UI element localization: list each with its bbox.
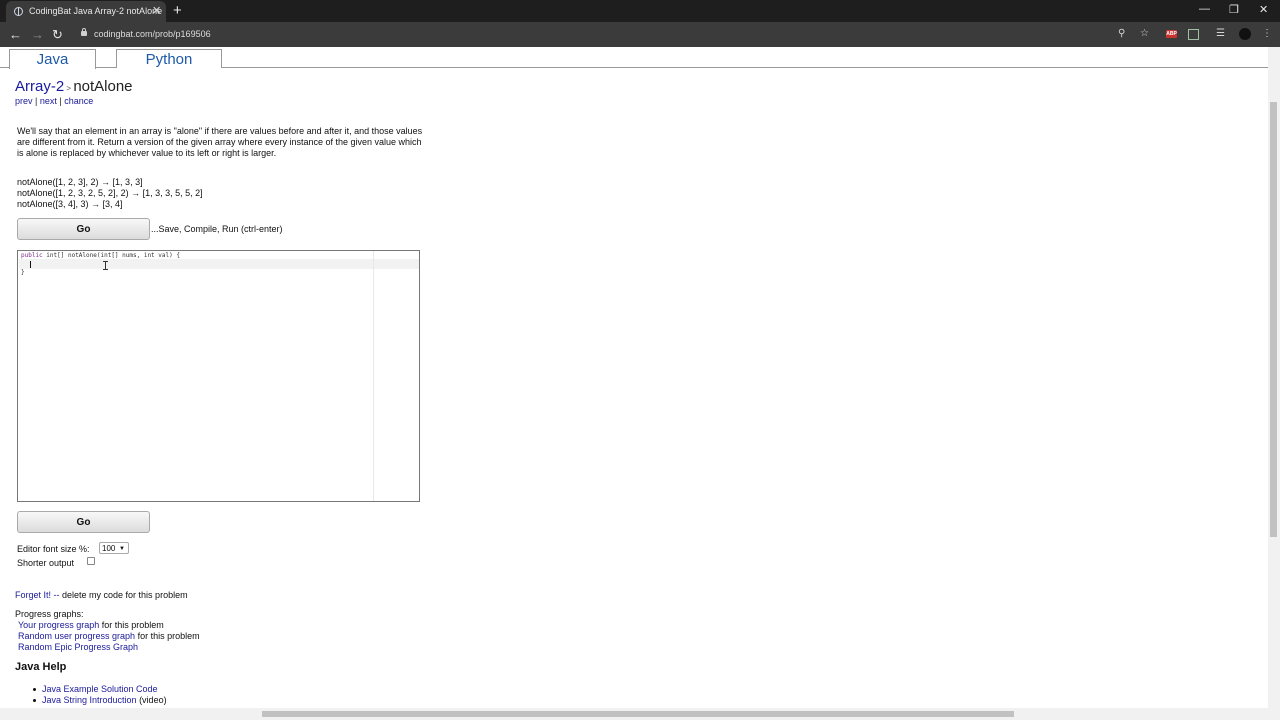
browser-titlebar: CodingBat Java Array-2 notAlone ✕ + — ❐ … [0, 0, 1280, 22]
java-help-heading: Java Help [15, 661, 67, 673]
horizontal-scroll-thumb[interactable] [262, 711, 1014, 717]
new-tab-button[interactable]: + [173, 2, 182, 19]
problem-description: We'll say that an element in an array is… [17, 126, 423, 158]
code-text: int[] notAlone(int[] nums, int val) { [42, 252, 180, 259]
font-size-select[interactable]: 100 ▼ [99, 542, 129, 554]
font-size-value: 100 [102, 544, 116, 553]
avatar-icon[interactable] [1239, 28, 1251, 40]
tab-close-icon[interactable]: ✕ [152, 4, 161, 17]
print-margin [373, 251, 374, 501]
address-bar[interactable]: codingbat.com/prob/p169506 [94, 29, 211, 39]
prev-link[interactable]: prev [15, 96, 33, 106]
example-solution-link[interactable]: Java Example Solution Code [42, 684, 158, 694]
tab-python[interactable]: Python [116, 49, 222, 68]
tab-title: CodingBat Java Array-2 notAlone [29, 6, 163, 16]
vertical-scrollbar[interactable] [1268, 47, 1280, 708]
your-progress-graph-link[interactable]: Your progress graph [18, 620, 99, 630]
text-caret [30, 261, 31, 268]
go-button[interactable]: Go [17, 218, 150, 240]
active-line-highlight [19, 259, 419, 269]
progress-item-text: for this problem [135, 631, 200, 641]
lock-icon[interactable] [81, 28, 87, 36]
reading-list-icon[interactable]: ☰ [1216, 28, 1225, 39]
progress-graphs-title: Progress graphs: [15, 609, 84, 619]
reload-icon[interactable]: ↻ [52, 27, 63, 43]
example-line: notAlone([3, 4], 3) → [3, 4] [17, 199, 123, 209]
code-line-3: } [21, 269, 25, 276]
help-list-item: Java String Introduction (video) [33, 695, 167, 705]
browser-tab[interactable]: CodingBat Java Array-2 notAlone ✕ [6, 1, 166, 22]
forget-line: Forget It! -- delete my code for this pr… [15, 590, 188, 600]
breadcrumb-separator: > [64, 84, 74, 93]
minimize-button[interactable]: — [1199, 3, 1210, 15]
shorter-output-checkbox[interactable] [87, 557, 95, 565]
page-title: notAlone [73, 78, 133, 95]
code-line-1: public int[] notAlone(int[] nums, int va… [21, 252, 180, 259]
progress-item: Random user progress graph for this prob… [18, 631, 200, 641]
random-epic-graph-link[interactable]: Random Epic Progress Graph [18, 642, 138, 652]
forget-text: delete my code for this problem [59, 590, 188, 600]
shorter-output-label: Shorter output [17, 558, 75, 568]
page-content: Java Python Array-2 > notAlone prev | ne… [0, 47, 1268, 708]
back-arrow-icon[interactable]: ← [9, 27, 22, 42]
progress-item: Your progress graph for this problem [18, 620, 164, 630]
breadcrumb: Array-2 > notAlone [15, 78, 133, 95]
next-link[interactable]: next [40, 96, 57, 106]
vertical-scroll-thumb[interactable] [1270, 102, 1277, 537]
forget-it-link[interactable]: Forget It! -- [15, 590, 60, 600]
problem-nav: prev | next | chance [15, 96, 93, 106]
help-item-text: (video) [136, 695, 167, 705]
horizontal-scrollbar[interactable] [0, 708, 1280, 720]
help-list-item: Java Example Solution Code [33, 684, 158, 694]
example-line: notAlone([1, 2, 3], 2) → [1, 3, 3] [17, 177, 143, 187]
extension-icon[interactable] [1188, 29, 1199, 40]
font-size-label: Editor font size %: [17, 544, 90, 554]
close-window-button[interactable]: ✕ [1259, 3, 1268, 16]
star-icon[interactable]: ☆ [1140, 28, 1149, 39]
random-user-graph-link[interactable]: Random user progress graph [18, 631, 135, 641]
save-hint: ...Save, Compile, Run (ctrl-enter) [151, 224, 283, 234]
text-cursor-icon [103, 261, 108, 270]
go-button-bottom[interactable]: Go [17, 511, 150, 533]
chance-link[interactable]: chance [64, 96, 93, 106]
string-intro-link[interactable]: Java String Introduction [42, 695, 137, 705]
restore-button[interactable]: ❐ [1229, 3, 1239, 16]
nav-separator: | [32, 96, 40, 106]
key-icon[interactable]: ⚲ [1118, 28, 1125, 39]
menu-icon[interactable]: ⋮ [1262, 28, 1272, 39]
code-keyword: public [21, 252, 43, 259]
tab-java[interactable]: Java [9, 49, 96, 69]
forward-arrow-icon[interactable]: → [31, 27, 44, 42]
example-line: notAlone([1, 2, 3, 2, 5, 2], 2) → [1, 3,… [17, 188, 203, 198]
progress-item-text: for this problem [99, 620, 164, 630]
globe-icon [14, 7, 23, 16]
progress-item: Random Epic Progress Graph [18, 642, 138, 652]
code-editor[interactable]: public int[] notAlone(int[] nums, int va… [17, 250, 420, 502]
browser-toolbar: ← → ↻ codingbat.com/prob/p169506 ⚲ ☆ ABP… [0, 22, 1280, 47]
adblock-icon[interactable]: ABP [1166, 30, 1177, 38]
breadcrumb-category-link[interactable]: Array-2 [15, 78, 64, 95]
dropdown-arrow-icon: ▼ [119, 546, 125, 552]
